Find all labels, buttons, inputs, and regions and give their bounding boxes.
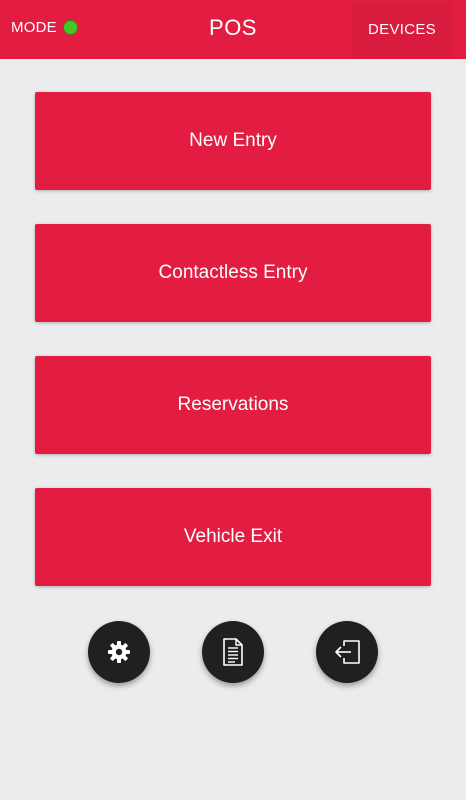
new-entry-button[interactable]: New Entry xyxy=(35,92,431,190)
reservations-button[interactable]: Reservations xyxy=(35,356,431,454)
devices-button[interactable]: DEVICES xyxy=(353,2,451,57)
contactless-entry-button[interactable]: Contactless Entry xyxy=(35,224,431,322)
gear-icon xyxy=(108,641,130,663)
app-screen: MODE POS DEVICES New Entry Contactless E… xyxy=(0,0,466,800)
logout-icon xyxy=(335,640,360,664)
vehicle-exit-button[interactable]: Vehicle Exit xyxy=(35,488,431,586)
report-button[interactable] xyxy=(202,621,264,683)
settings-button[interactable] xyxy=(88,621,150,683)
top-app-bar: MODE POS DEVICES xyxy=(0,0,466,59)
document-icon xyxy=(223,638,243,666)
logout-button[interactable] xyxy=(316,621,378,683)
